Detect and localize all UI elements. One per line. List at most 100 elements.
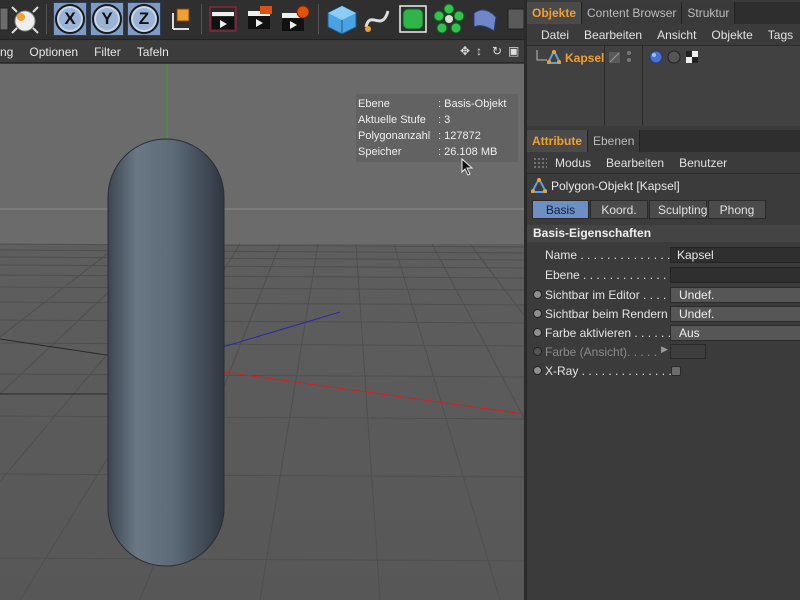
property-label: Name . . . . . . . . . . . . . . .: [545, 247, 678, 262]
menu-bearbeiten[interactable]: Bearbeiten: [584, 28, 642, 42]
subtab-phong[interactable]: Phong: [708, 200, 766, 219]
y-axis-lock-button[interactable]: Y: [89, 2, 125, 36]
hud-key: Aktuelle Stufe: [358, 114, 426, 126]
main-toolbar: X Y Z: [0, 0, 524, 40]
attribute-object-title: Polygon-Objekt [Kapsel]: [551, 179, 680, 193]
render-picture-viewer-icon[interactable]: [242, 3, 276, 35]
subdivision-surface-icon[interactable]: [396, 3, 430, 35]
attribute-sub-tabs: Basis Koord. Sculpting Phong: [532, 200, 767, 219]
y-axis-icon: Y: [92, 4, 122, 34]
property-label: Ebene . . . . . . . . . . . . . . .: [545, 267, 680, 282]
right-panel: Objekte Content Browser Struktur Datei B…: [524, 0, 800, 600]
material-tag-icon[interactable]: [667, 50, 681, 64]
property-farbe-aktivieren-row: Farbe aktivieren . . . . . . . Aus: [527, 323, 800, 342]
z-axis-icon: Z: [129, 4, 159, 34]
hud-row-polygonanzahl: Polygonanzahl : 127872: [358, 128, 516, 144]
subtab-basis[interactable]: Basis: [532, 200, 589, 219]
objects-tab-bar: Objekte Content Browser Struktur: [527, 2, 800, 24]
coordinate-system-icon[interactable]: [163, 3, 197, 35]
render-view-icon[interactable]: [206, 3, 240, 35]
attribute-menu-bar: Modus Bearbeiten Benutzer: [527, 152, 800, 174]
menu-tags[interactable]: Tags: [768, 28, 793, 42]
animation-radio-icon[interactable]: [533, 309, 542, 318]
animation-radio-icon[interactable]: [533, 290, 542, 299]
object-name[interactable]: Kapsel: [565, 51, 604, 65]
z-axis-lock-button[interactable]: Z: [126, 2, 162, 36]
tab-ebenen[interactable]: Ebenen: [588, 130, 641, 152]
hud-row-aktuelle-stufe: Aktuelle Stufe : 3: [358, 112, 516, 128]
menu-datei[interactable]: Datei: [541, 28, 569, 42]
hud-key: Polygonanzahl: [358, 130, 431, 142]
deformer-icon[interactable]: [468, 3, 502, 35]
hud-value: : 26.108 MB: [438, 146, 498, 158]
property-label: Farbe aktivieren . . . . . . .: [545, 325, 678, 340]
property-name-row: Name . . . . . . . . . . . . . . . Kapse…: [527, 245, 800, 264]
spline-pen-icon[interactable]: [360, 3, 394, 35]
texture-tag-icon[interactable]: [685, 50, 699, 64]
ebene-field[interactable]: [670, 266, 800, 283]
hud-value: : Basis-Objekt: [438, 98, 507, 110]
farbe-aktivieren-dropdown[interactable]: Aus: [670, 324, 800, 341]
property-label: X-Ray . . . . . . . . . . . . . . .: [545, 363, 679, 378]
hud-row-speicher: Speicher : 26.108 MB: [358, 144, 516, 160]
menu-ansicht[interactable]: Ansicht: [657, 28, 696, 42]
animation-radio-icon[interactable]: [533, 366, 542, 375]
animation-radio-icon: [533, 347, 542, 356]
tab-objekte[interactable]: Objekte: [527, 2, 583, 24]
animation-radio-icon[interactable]: [533, 328, 542, 337]
menu-benutzer[interactable]: Benutzer: [679, 156, 727, 170]
viewport-menu-bar: ng Optionen Filter Tafeln ✥ ↕ ↻ ▣: [0, 41, 524, 63]
menu-modus[interactable]: Modus: [555, 156, 591, 170]
3d-viewport[interactable]: Ebene : Basis-Objekt Aktuelle Stufe : 3 …: [0, 64, 524, 600]
objects-menu-bar: Datei Bearbeiten Ansicht Objekte Tags: [527, 24, 800, 46]
property-sichtbar-render-row: Sichtbar beim Rendern Undef.: [527, 304, 800, 323]
toggle-views-icon[interactable]: ▣: [508, 45, 520, 57]
polygon-object-icon: [547, 50, 561, 64]
floor-grid: [0, 243, 524, 600]
tab-attribute[interactable]: Attribute: [527, 130, 588, 152]
viewport-menu-item[interactable]: ng: [0, 45, 13, 59]
sichtbar-editor-dropdown[interactable]: Undef.: [670, 286, 800, 303]
sichtbar-render-dropdown[interactable]: Undef.: [670, 305, 800, 322]
move-view-icon[interactable]: ✥: [460, 45, 472, 57]
array-object-icon[interactable]: [432, 3, 466, 35]
render-settings-icon[interactable]: [278, 3, 312, 35]
zoom-view-icon[interactable]: ↕: [476, 45, 488, 57]
rotate-view-icon[interactable]: ↻: [492, 45, 504, 57]
polygon-object-icon: [531, 178, 547, 193]
xray-checkbox[interactable]: [671, 365, 681, 376]
object-row-kapsel[interactable]: Kapsel: [527, 48, 800, 68]
subtab-sculpting[interactable]: Sculpting: [649, 200, 707, 219]
property-ebene-row: Ebene . . . . . . . . . . . . . . .: [527, 265, 800, 284]
expand-arrow-icon[interactable]: ▶: [661, 344, 668, 355]
object-manager-list: Kapsel: [527, 46, 800, 126]
capsule-object[interactable]: [107, 138, 225, 567]
grip-icon: [533, 156, 547, 169]
viewport-navigation: ✥ ↕ ↻ ▣: [460, 45, 520, 57]
color-swatch: [670, 344, 706, 359]
x-axis-icon: X: [55, 4, 85, 34]
scene-icon-partial[interactable]: [506, 3, 524, 35]
toolbar-separator: [46, 4, 47, 34]
cube-object-icon[interactable]: [324, 3, 360, 35]
tab-content-browser[interactable]: Content Browser: [582, 2, 683, 24]
x-axis-lock-button[interactable]: X: [52, 2, 88, 36]
viewport-menu-filter[interactable]: Filter: [94, 45, 121, 59]
live-selection-icon[interactable]: [8, 3, 42, 35]
tab-struktur[interactable]: Struktur: [682, 2, 736, 24]
render-visibility-dots-icon[interactable]: [625, 50, 633, 64]
section-title: Basis-Eigenschaften: [527, 225, 800, 242]
viewport-menu-tafeln[interactable]: Tafeln: [137, 45, 169, 59]
toolbar-separator: [201, 4, 202, 34]
property-label: Sichtbar im Editor . . . . .: [545, 287, 674, 302]
menu-objekte[interactable]: Objekte: [711, 28, 752, 42]
subtab-koord[interactable]: Koord.: [590, 200, 648, 219]
phong-tag-icon[interactable]: [649, 50, 663, 64]
mouse-cursor-icon: [461, 158, 474, 176]
name-field[interactable]: Kapsel: [670, 246, 800, 263]
viewport-menu-optionen[interactable]: Optionen: [29, 45, 78, 59]
viewport-info-hud: Ebene : Basis-Objekt Aktuelle Stufe : 3 …: [356, 94, 518, 162]
toolbar-separator: [318, 4, 319, 34]
menu-bearbeiten-attr[interactable]: Bearbeiten: [606, 156, 664, 170]
visibility-toggle-icon[interactable]: [609, 52, 621, 64]
